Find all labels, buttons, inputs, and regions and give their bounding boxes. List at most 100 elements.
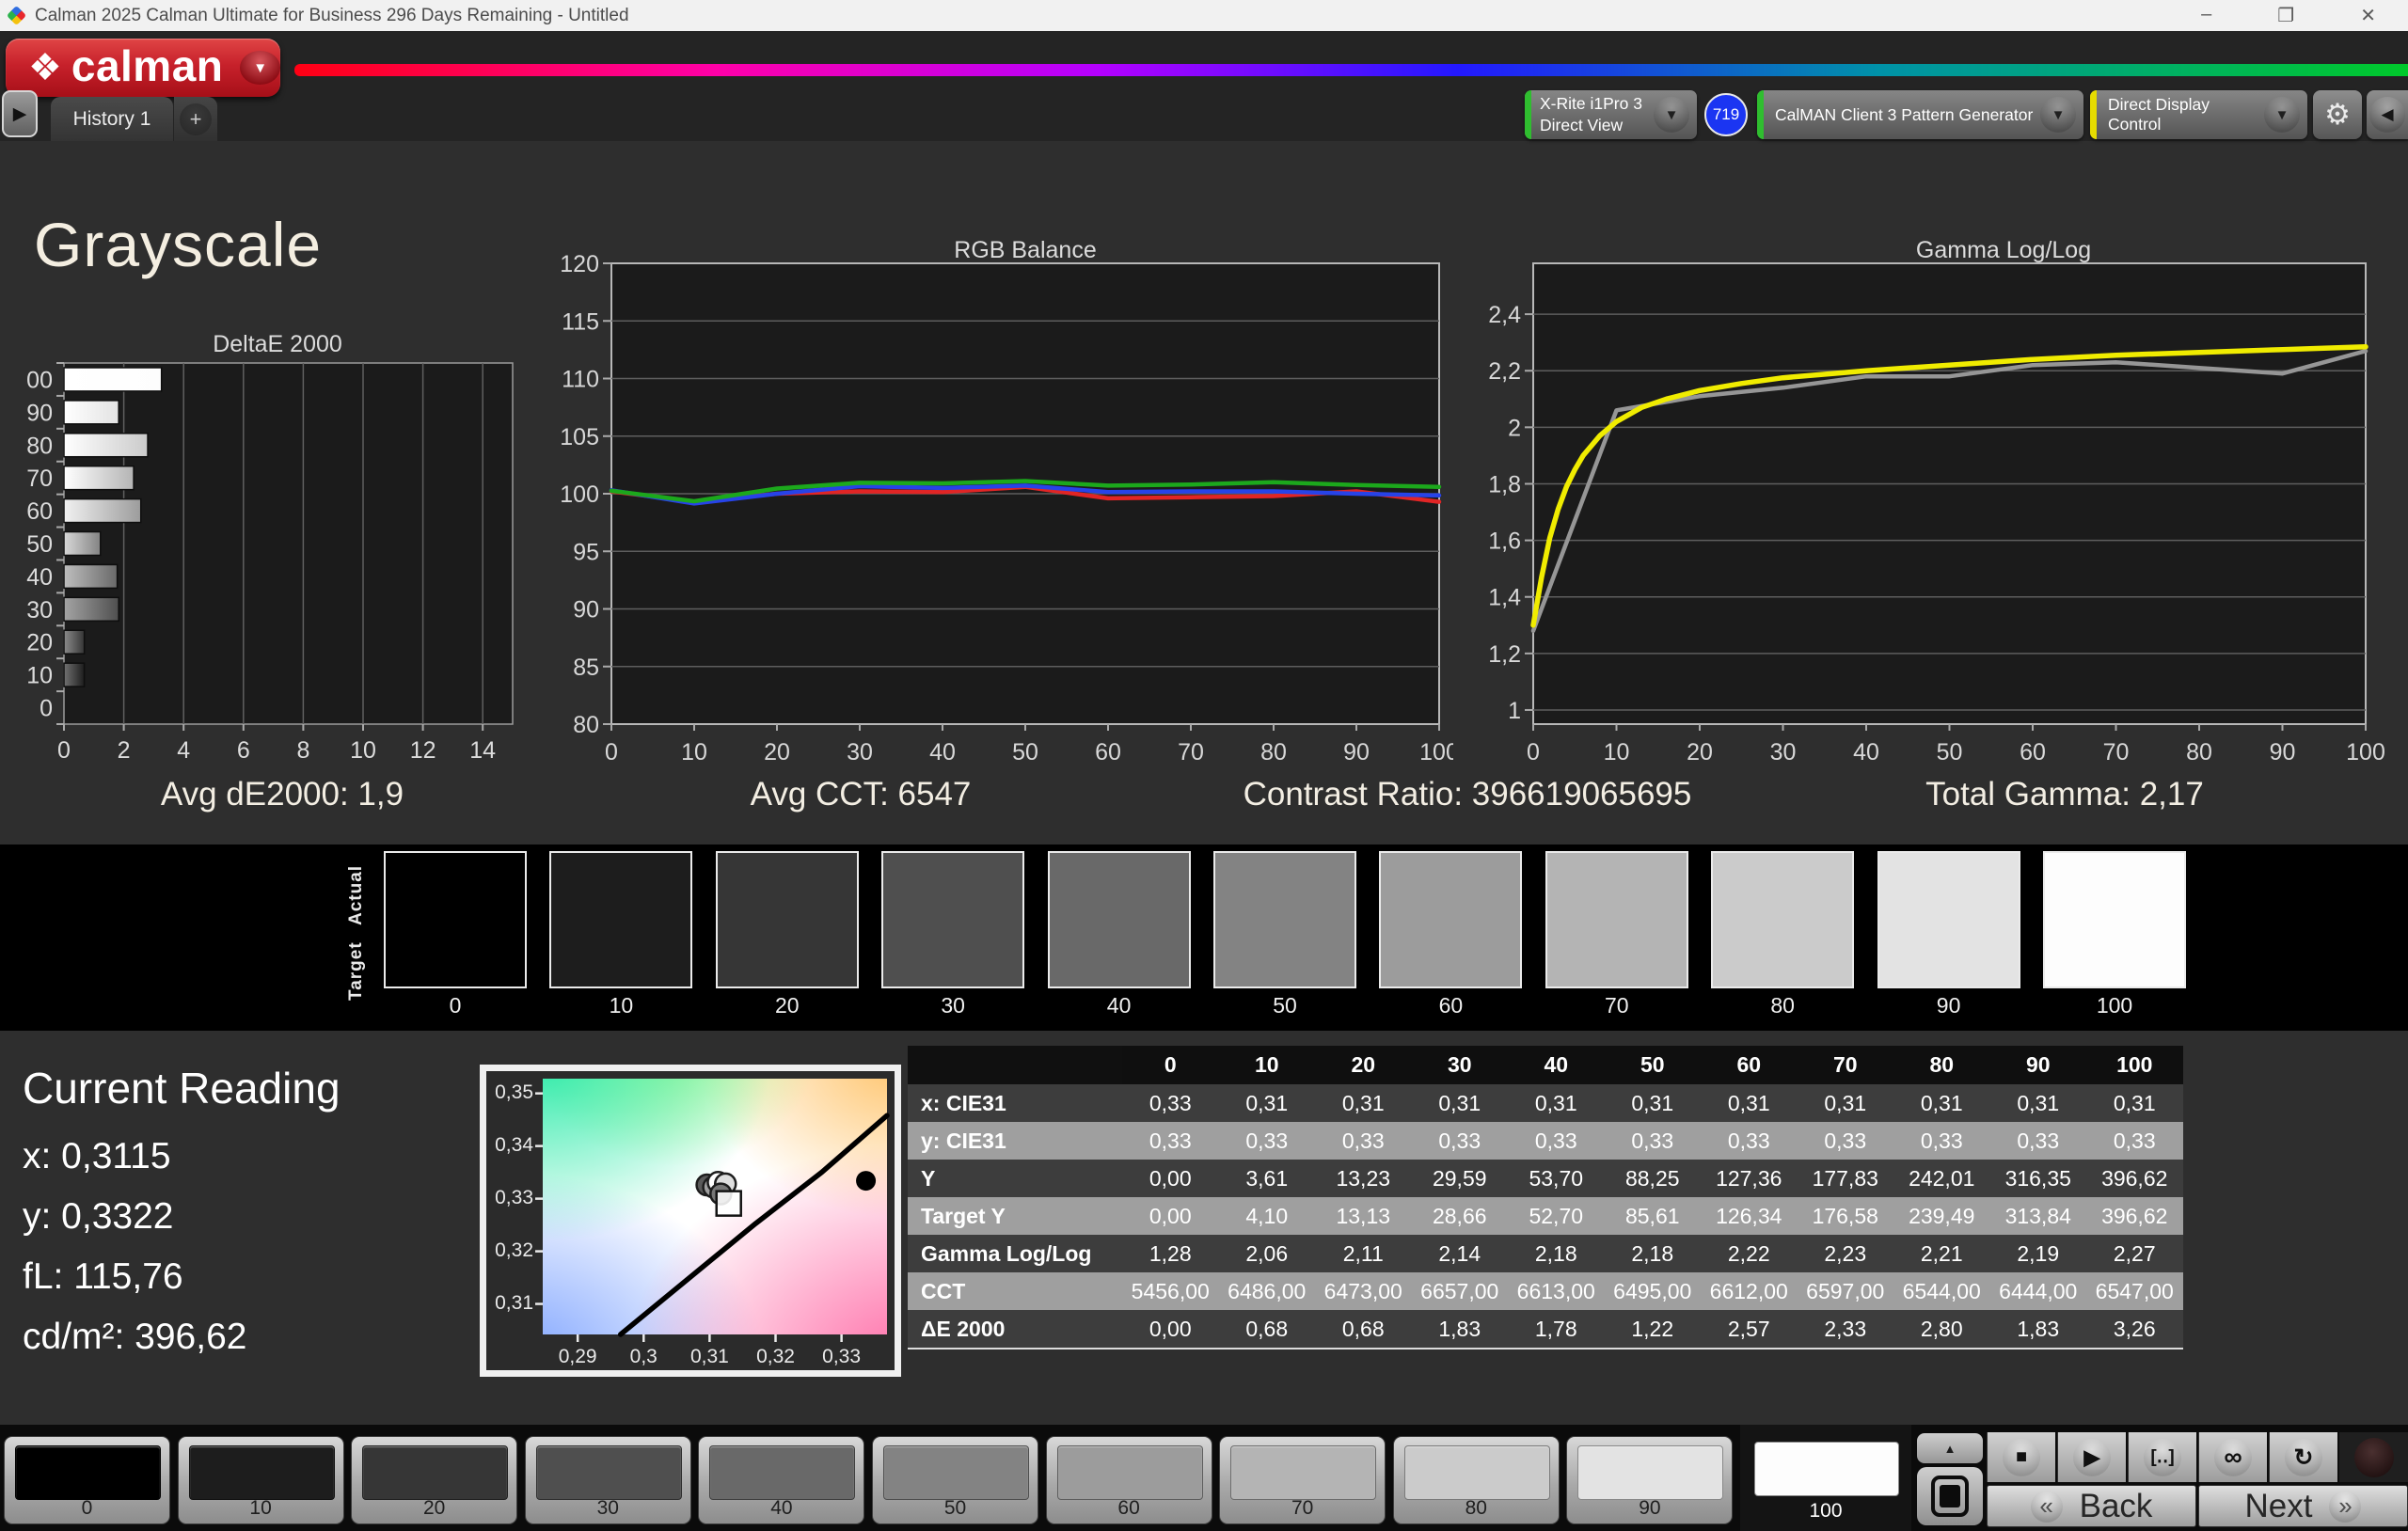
record-icon	[2354, 1438, 2394, 1477]
row-label: CCT	[908, 1272, 1122, 1310]
chevron-left-icon: ◀	[2369, 97, 2405, 133]
calman-menu-button[interactable]: ❖ calman ▼	[6, 39, 280, 97]
pattern-generator-label: CalMAN Client 3 Pattern Generator	[1775, 105, 2033, 125]
level-button-10[interactable]: 10	[178, 1436, 344, 1524]
y-tick-label: 115	[562, 308, 599, 335]
next-button[interactable]: Next »	[2198, 1485, 2408, 1527]
row-label: ΔE 2000	[908, 1310, 1122, 1349]
table-cell: 3,61	[1219, 1160, 1316, 1197]
x-tick-label: 0	[605, 739, 618, 766]
play-icon: ▶	[2073, 1439, 2111, 1476]
table-cell: 2,23	[1798, 1235, 1894, 1272]
table-cell: 2,06	[1219, 1235, 1316, 1272]
level-button-70[interactable]: 70	[1219, 1436, 1386, 1524]
x-tick-label: 0	[57, 737, 71, 764]
level-button-50[interactable]: 50	[872, 1436, 1038, 1524]
meter-count-badge[interactable]: 719	[1704, 93, 1748, 136]
x-tick-label: 30	[847, 739, 873, 766]
level-button-60[interactable]: 60	[1046, 1436, 1212, 1524]
table-cell: 6597,00	[1798, 1272, 1894, 1310]
loop-icon: ∞	[2214, 1439, 2252, 1476]
table-cell: 1,83	[1412, 1310, 1509, 1349]
x-tick-label: 20	[764, 739, 790, 766]
row-label: x: CIE31	[908, 1084, 1122, 1122]
workflow-panel-expander[interactable]: ▶	[2, 90, 38, 137]
y-tick-label: 2,4	[1488, 302, 1521, 328]
bar-80	[64, 434, 148, 457]
column-header-20: 20	[1315, 1046, 1412, 1084]
display-control-dropdown[interactable]: Direct Display Control ▼	[2090, 90, 2307, 139]
tab-history-1[interactable]: History 1	[51, 97, 173, 141]
level-button-label: 50	[873, 1497, 1038, 1520]
calman-wordmark: calman	[71, 44, 224, 87]
swatch-level-label: 20	[714, 993, 861, 1018]
x-tick-label: 70	[2103, 739, 2130, 766]
bar-10	[64, 663, 85, 687]
record-button[interactable]	[2339, 1432, 2408, 1482]
play-button[interactable]: ▶	[2057, 1432, 2126, 1482]
stop-button[interactable]: ■	[1987, 1432, 2055, 1482]
collapse-panel-button[interactable]: ◀	[2367, 90, 2408, 139]
pattern-generator-status-stripe	[1757, 90, 1764, 139]
window-controls: – ❐ ✕	[2201, 4, 2376, 27]
minimize-button[interactable]: –	[2201, 4, 2211, 27]
level-button-30[interactable]: 30	[525, 1436, 691, 1524]
add-tab-button[interactable]: +	[174, 97, 217, 141]
level-button-40[interactable]: 40	[698, 1436, 864, 1524]
x-tick-label: 80	[2186, 739, 2212, 766]
row-label: y: CIE31	[908, 1122, 1122, 1160]
level-button-100[interactable]: 100	[1740, 1425, 1911, 1531]
table-cell: 316,35	[1990, 1160, 2087, 1197]
level-button-90[interactable]: 90	[1566, 1436, 1733, 1524]
table-cell: 126,34	[1701, 1197, 1798, 1235]
table-cell: 6657,00	[1412, 1272, 1509, 1310]
next-label: Next	[2245, 1488, 2313, 1525]
meter-dropdown[interactable]: X-Rite i1Pro 3 Direct View ▼	[1525, 90, 1697, 139]
back-button[interactable]: « Back	[1987, 1485, 2196, 1527]
collapse-controls-button[interactable]: ▲	[1917, 1433, 1983, 1463]
level-button-label: 100	[1740, 1500, 1911, 1523]
y-tick-label: 120	[560, 252, 599, 277]
table-cell: 127,36	[1701, 1160, 1798, 1197]
table-cell: 2,11	[1315, 1235, 1412, 1272]
level-button-label: 70	[1220, 1497, 1385, 1520]
pattern-generator-dropdown[interactable]: CalMAN Client 3 Pattern Generator ▼	[1757, 90, 2083, 139]
target-square-marker	[717, 1192, 741, 1216]
level-button-80[interactable]: 80	[1393, 1436, 1560, 1524]
y-tick-label: 40	[26, 564, 53, 591]
settings-button[interactable]: ⚙	[2313, 90, 2362, 139]
table-cell: 0,68	[1315, 1310, 1412, 1349]
y-tick-label: 90	[573, 597, 599, 623]
level-patch	[15, 1445, 161, 1500]
swatch-level-label: 80	[1709, 993, 1856, 1018]
y-tick-label: 10	[26, 663, 53, 689]
table-cell: 2,21	[1893, 1235, 1990, 1272]
tab-label: History 1	[73, 108, 151, 131]
plot-area	[1533, 263, 2366, 724]
table-cell: 0,33	[1219, 1122, 1316, 1160]
level-patch	[1057, 1445, 1203, 1500]
display-control-status-stripe	[2090, 90, 2097, 139]
interval-button[interactable]: [‥]	[2128, 1432, 2196, 1482]
pattern-window-button[interactable]	[1917, 1467, 1983, 1525]
swatch-actual-target-30	[881, 851, 1024, 988]
table-cell: 0,31	[1701, 1084, 1798, 1122]
swatch-level-label: 50	[1212, 993, 1358, 1018]
bar-30	[64, 597, 119, 621]
reading-x: x: 0,3115	[23, 1136, 171, 1177]
table-cell: 2,18	[1605, 1235, 1702, 1272]
swatch-actual-target-40	[1048, 851, 1191, 988]
loop-button[interactable]: ∞	[2198, 1432, 2267, 1482]
table-corner-cell	[908, 1046, 1122, 1084]
table-cell: 6486,00	[1219, 1272, 1316, 1310]
chevrons-left-icon: «	[2031, 1491, 2063, 1523]
restore-button[interactable]: ❐	[2277, 4, 2294, 27]
swatch-actual-target-20	[716, 851, 859, 988]
table-header-row: 0102030405060708090100	[908, 1046, 2183, 1084]
spectrum-stripe	[294, 64, 2408, 76]
level-button-20[interactable]: 20	[351, 1436, 517, 1524]
close-button[interactable]: ✕	[2360, 4, 2376, 27]
table-cell: 2,57	[1701, 1310, 1798, 1349]
level-button-0[interactable]: 0	[4, 1436, 170, 1524]
refresh-button[interactable]: ↻	[2269, 1432, 2337, 1482]
